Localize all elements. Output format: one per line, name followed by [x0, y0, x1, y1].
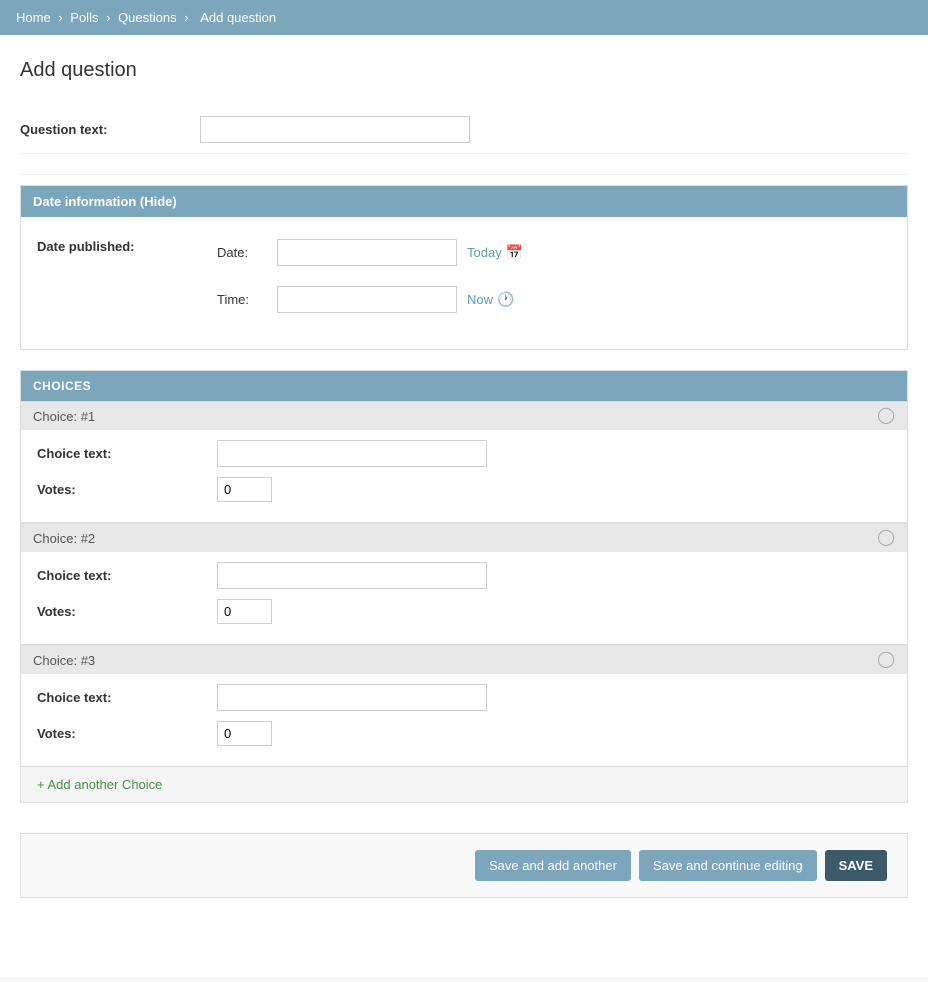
breadcrumb-sep-1: ›: [58, 10, 62, 25]
choice-1-title-row: Choice: #1 ◯: [21, 401, 907, 430]
date-input[interactable]: [277, 239, 457, 266]
choice-3-text-input[interactable]: [217, 684, 487, 711]
date-published-label: Date published:: [37, 239, 217, 254]
time-input[interactable]: [277, 286, 457, 313]
add-another-choice-button[interactable]: + Add another Choice: [37, 777, 162, 792]
date-field-label: Date:: [217, 245, 277, 260]
date-section-header[interactable]: Date information (Hide): [21, 186, 907, 217]
choice-3-fields: Choice text: Votes:: [21, 674, 907, 766]
date-section-content: Date published: Date: Today 📅 Time: Now: [21, 217, 907, 349]
breadcrumb-polls[interactable]: Polls: [70, 10, 98, 25]
choice-3-votes-label: Votes:: [37, 726, 217, 741]
breadcrumb-questions[interactable]: Questions: [118, 10, 177, 25]
page-title: Add question: [20, 59, 908, 82]
choice-3-text-row: Choice text:: [37, 684, 891, 711]
time-row: Time: Now 🕐: [217, 286, 523, 313]
calendar-icon[interactable]: 📅: [506, 244, 523, 261]
choice-2-votes-spinner: [217, 599, 272, 624]
choice-1-votes-label: Votes:: [37, 482, 217, 497]
choice-2-title: Choice: #2: [33, 531, 95, 546]
choice-1-votes-spinner: [217, 477, 272, 502]
today-link[interactable]: Today: [467, 245, 502, 260]
choice-2-votes-label: Votes:: [37, 604, 217, 619]
choice-1-fields: Choice text: Votes:: [21, 430, 907, 522]
question-text-field: [200, 116, 908, 143]
question-text-row: Question text:: [20, 106, 908, 154]
divider-1: [20, 174, 908, 175]
breadcrumb-current: Add question: [200, 10, 276, 25]
choice-1-title: Choice: #1: [33, 409, 95, 424]
choices-header: CHOICES: [21, 371, 907, 401]
question-text-section: Question text:: [20, 106, 908, 154]
choices-section: CHOICES Choice: #1 ◯ Choice text: Votes:: [20, 370, 908, 803]
choice-2-votes-input[interactable]: [217, 599, 272, 624]
save-add-another-button[interactable]: Save and add another: [475, 850, 631, 881]
date-section: Date information (Hide) Date published: …: [20, 185, 908, 350]
now-link[interactable]: Now: [467, 292, 493, 307]
date-fields-group: Date: Today 📅 Time: Now 🕐: [217, 239, 523, 323]
add-another-section: + Add another Choice: [21, 767, 907, 802]
choice-2-text-input[interactable]: [217, 562, 487, 589]
choice-3-text-label: Choice text:: [37, 690, 217, 705]
choice-2-fields: Choice text: Votes:: [21, 552, 907, 644]
choice-3-title-row: Choice: #3 ◯: [21, 645, 907, 674]
choice-2-votes-row: Votes:: [37, 599, 891, 624]
choice-1-votes-row: Votes:: [37, 477, 891, 502]
choice-2: Choice: #2 ◯ Choice text: Votes:: [21, 523, 907, 645]
breadcrumb-sep-2: ›: [106, 10, 110, 25]
save-button[interactable]: SAVE: [825, 850, 887, 881]
breadcrumb-bar: Home › Polls › Questions › Add question: [0, 0, 928, 35]
question-text-label: Question text:: [20, 116, 200, 137]
breadcrumb-home[interactable]: Home: [16, 10, 51, 25]
time-field-label: Time:: [217, 292, 277, 307]
choice-1-votes-input[interactable]: [217, 477, 272, 502]
choice-3: Choice: #3 ◯ Choice text: Votes:: [21, 645, 907, 767]
choice-3-votes-input[interactable]: [217, 721, 272, 746]
choice-2-title-row: Choice: #2 ◯: [21, 523, 907, 552]
choice-3-remove-button[interactable]: ◯: [877, 652, 895, 668]
date-row: Date: Today 📅: [217, 239, 523, 266]
choice-2-remove-button[interactable]: ◯: [877, 530, 895, 546]
form-footer: Save and add another Save and continue e…: [20, 833, 908, 898]
choice-3-votes-spinner: [217, 721, 272, 746]
choice-1-remove-button[interactable]: ◯: [877, 408, 895, 424]
choice-1-text-label: Choice text:: [37, 446, 217, 461]
date-published-row: Date published: Date: Today 📅 Time: Now: [37, 229, 891, 333]
main-content: Add question Question text: Date informa…: [0, 35, 928, 977]
breadcrumb-sep-3: ›: [184, 10, 188, 25]
clock-icon[interactable]: 🕐: [497, 291, 514, 308]
save-continue-button[interactable]: Save and continue editing: [639, 850, 817, 881]
choice-3-votes-row: Votes:: [37, 721, 891, 746]
question-text-input[interactable]: [200, 116, 470, 143]
choice-2-text-row: Choice text:: [37, 562, 891, 589]
choice-1-text-row: Choice text:: [37, 440, 891, 467]
choice-3-title: Choice: #3: [33, 653, 95, 668]
choice-2-text-label: Choice text:: [37, 568, 217, 583]
choice-1-text-input[interactable]: [217, 440, 487, 467]
choice-1: Choice: #1 ◯ Choice text: Votes:: [21, 401, 907, 523]
